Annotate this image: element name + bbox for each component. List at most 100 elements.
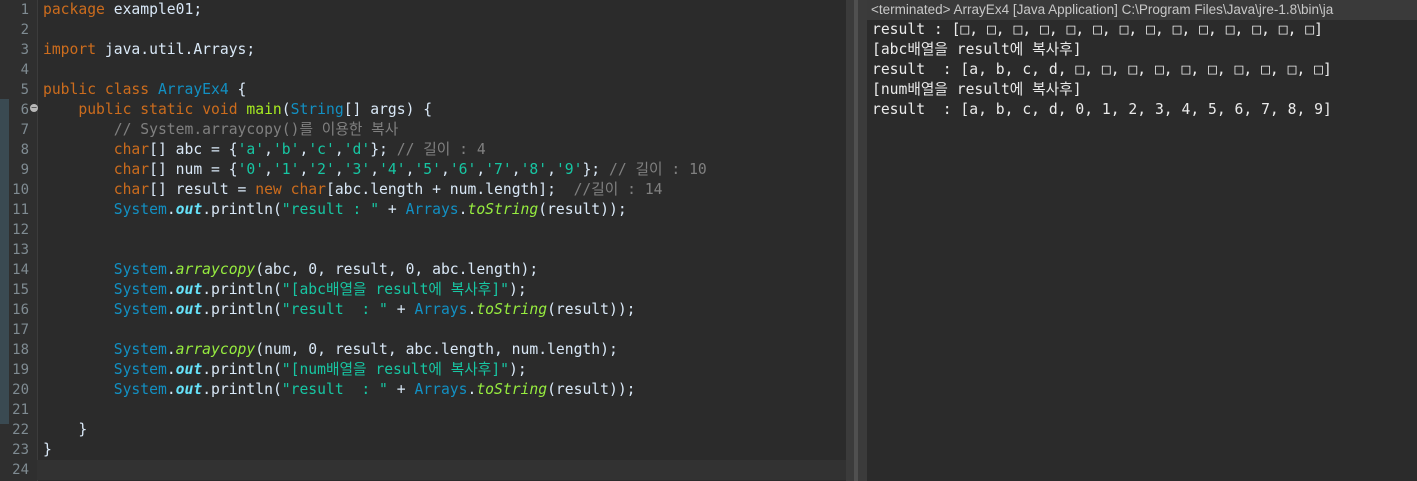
method-call: println: [211, 301, 273, 318]
class-name: System: [113, 361, 167, 378]
method-call: println: [211, 361, 273, 378]
keyword: new: [255, 181, 282, 198]
code-text: [] args) {: [343, 101, 433, 118]
line-number: 13: [12, 242, 29, 258]
type-keyword: char: [290, 181, 326, 198]
code-area[interactable]: package example01; import java.util.Arra…: [37, 0, 846, 480]
code-text: (: [281, 101, 291, 118]
keyword: import: [43, 41, 97, 58]
line-number: 1: [20, 2, 29, 18]
line-number: 4: [20, 62, 29, 78]
code-text: [] abc = {: [149, 141, 238, 158]
code-editor[interactable]: 1 2 3 4 5 6 7 8 9 10 11 12 13 14 15 16 1…: [0, 0, 846, 481]
class-name: System: [113, 341, 167, 358]
line-number: 10: [12, 182, 29, 198]
code-text: +: [387, 381, 415, 398]
console-output-line: [num배열을 result에 복사후]: [872, 81, 1082, 98]
class-name: Arrays: [405, 201, 459, 218]
code-line-3: import java.util.Arrays;: [43, 40, 846, 60]
char-literal: '6': [449, 161, 477, 178]
line-number: 3: [20, 42, 29, 58]
code-line-19: System.out.println("[num배열을 result에 복사후]…: [113, 361, 527, 378]
static-method: toString: [467, 201, 539, 218]
code-line-9: char[] num = {'0','1','2','3','4','5','6…: [113, 161, 707, 178]
string-literal: "[abc배열을 result에 복사후]": [281, 281, 510, 298]
static-method: arraycopy: [175, 261, 256, 278]
static-field: out: [175, 281, 203, 298]
code-line-11: System.out.println("result : " + Arrays.…: [113, 201, 627, 218]
char-literal: '2': [308, 161, 335, 178]
code-text: +: [387, 301, 415, 318]
console-view[interactable]: <terminated> ArrayEx4 [Java Application]…: [867, 0, 1417, 481]
line-number: 15: [12, 282, 29, 298]
code-line-14: System.arraycopy(abc, 0, result, 0, abc.…: [113, 261, 539, 278]
code-line-18: System.arraycopy(num, 0, result, abc.len…: [113, 341, 618, 358]
line-number: 18: [12, 342, 29, 358]
method-name: main: [246, 101, 282, 118]
line-numbers: 1 2 3 4 5 6 7 8 9 10 11 12 13 14 15 16 1…: [0, 0, 29, 480]
comment: //길이 : 14: [573, 181, 663, 198]
line-number: 5: [20, 82, 29, 98]
code-line-5: public class ArrayEx4 {: [43, 80, 846, 100]
class-name: ArrayEx4: [157, 81, 229, 98]
keyword: void: [202, 101, 238, 118]
code-line-8: char[] abc = {'a','b','c','d'}; // 길이 : …: [113, 141, 486, 158]
code-line-7: // System.arraycopy()를 이용한 복사: [43, 120, 846, 140]
fold-collapse-icon[interactable]: −: [30, 104, 38, 112]
code-text: java.util.Arrays;: [96, 41, 256, 58]
char-literal: '9': [555, 161, 583, 178]
code-text: };: [370, 141, 397, 158]
static-method: arraycopy: [175, 341, 256, 358]
line-number: 17: [12, 322, 29, 338]
code-text: (result));: [538, 201, 627, 218]
class-name: System: [113, 281, 167, 298]
code-text: }: [78, 421, 88, 438]
string-literal: "result : ": [281, 301, 388, 318]
line-number: 21: [12, 402, 29, 418]
type-name: String: [290, 101, 344, 118]
console-output-line: result : [a, b, c, d, □, □, □, □, □, □, …: [872, 61, 1332, 78]
console-output-line: result : [a, b, c, d, 0, 1, 2, 3, 4, 5, …: [872, 101, 1332, 118]
char-literal: '7': [485, 161, 512, 178]
line-number: 14: [12, 262, 29, 278]
code-text: );: [509, 281, 527, 298]
console-header: <terminated> ArrayEx4 [Java Application]…: [867, 0, 1417, 20]
line-number: 8: [20, 142, 29, 158]
type-keyword: char: [113, 181, 150, 198]
class-name: System: [113, 381, 167, 398]
line-number: 6: [20, 102, 29, 118]
class-name: System: [113, 301, 167, 318]
code-text: }: [43, 441, 52, 458]
keyword: public: [43, 81, 97, 98]
comment: // System.arraycopy()를 이용한 복사: [113, 121, 399, 138]
class-name: Arrays: [414, 301, 468, 318]
code-text: {: [228, 81, 247, 98]
pane-divider[interactable]: [846, 0, 867, 481]
code-line-23: }: [43, 440, 846, 460]
code-line-24-current[interactable]: [37, 460, 846, 480]
code-text: (result));: [547, 301, 636, 318]
type-keyword: char: [113, 161, 150, 178]
line-number: 23: [12, 442, 29, 458]
char-literal: '8': [520, 161, 548, 178]
char-literal: '3': [343, 161, 371, 178]
char-literal: 'c': [308, 141, 335, 158]
code-text: };: [582, 161, 609, 178]
keyword: static: [140, 101, 194, 118]
pane-sash[interactable]: [854, 0, 858, 481]
line-number-gutter: 1 2 3 4 5 6 7 8 9 10 11 12 13 14 15 16 1…: [0, 0, 38, 481]
static-field: out: [175, 361, 203, 378]
code-line-1: package example01;: [43, 0, 846, 20]
line-number: 2: [20, 22, 29, 38]
static-method: toString: [476, 381, 548, 398]
code-line-16: System.out.println("result : " + Arrays.…: [113, 301, 636, 318]
comment: // 길이 : 4: [396, 141, 486, 158]
char-literal: '4': [379, 161, 406, 178]
static-field: out: [175, 201, 203, 218]
